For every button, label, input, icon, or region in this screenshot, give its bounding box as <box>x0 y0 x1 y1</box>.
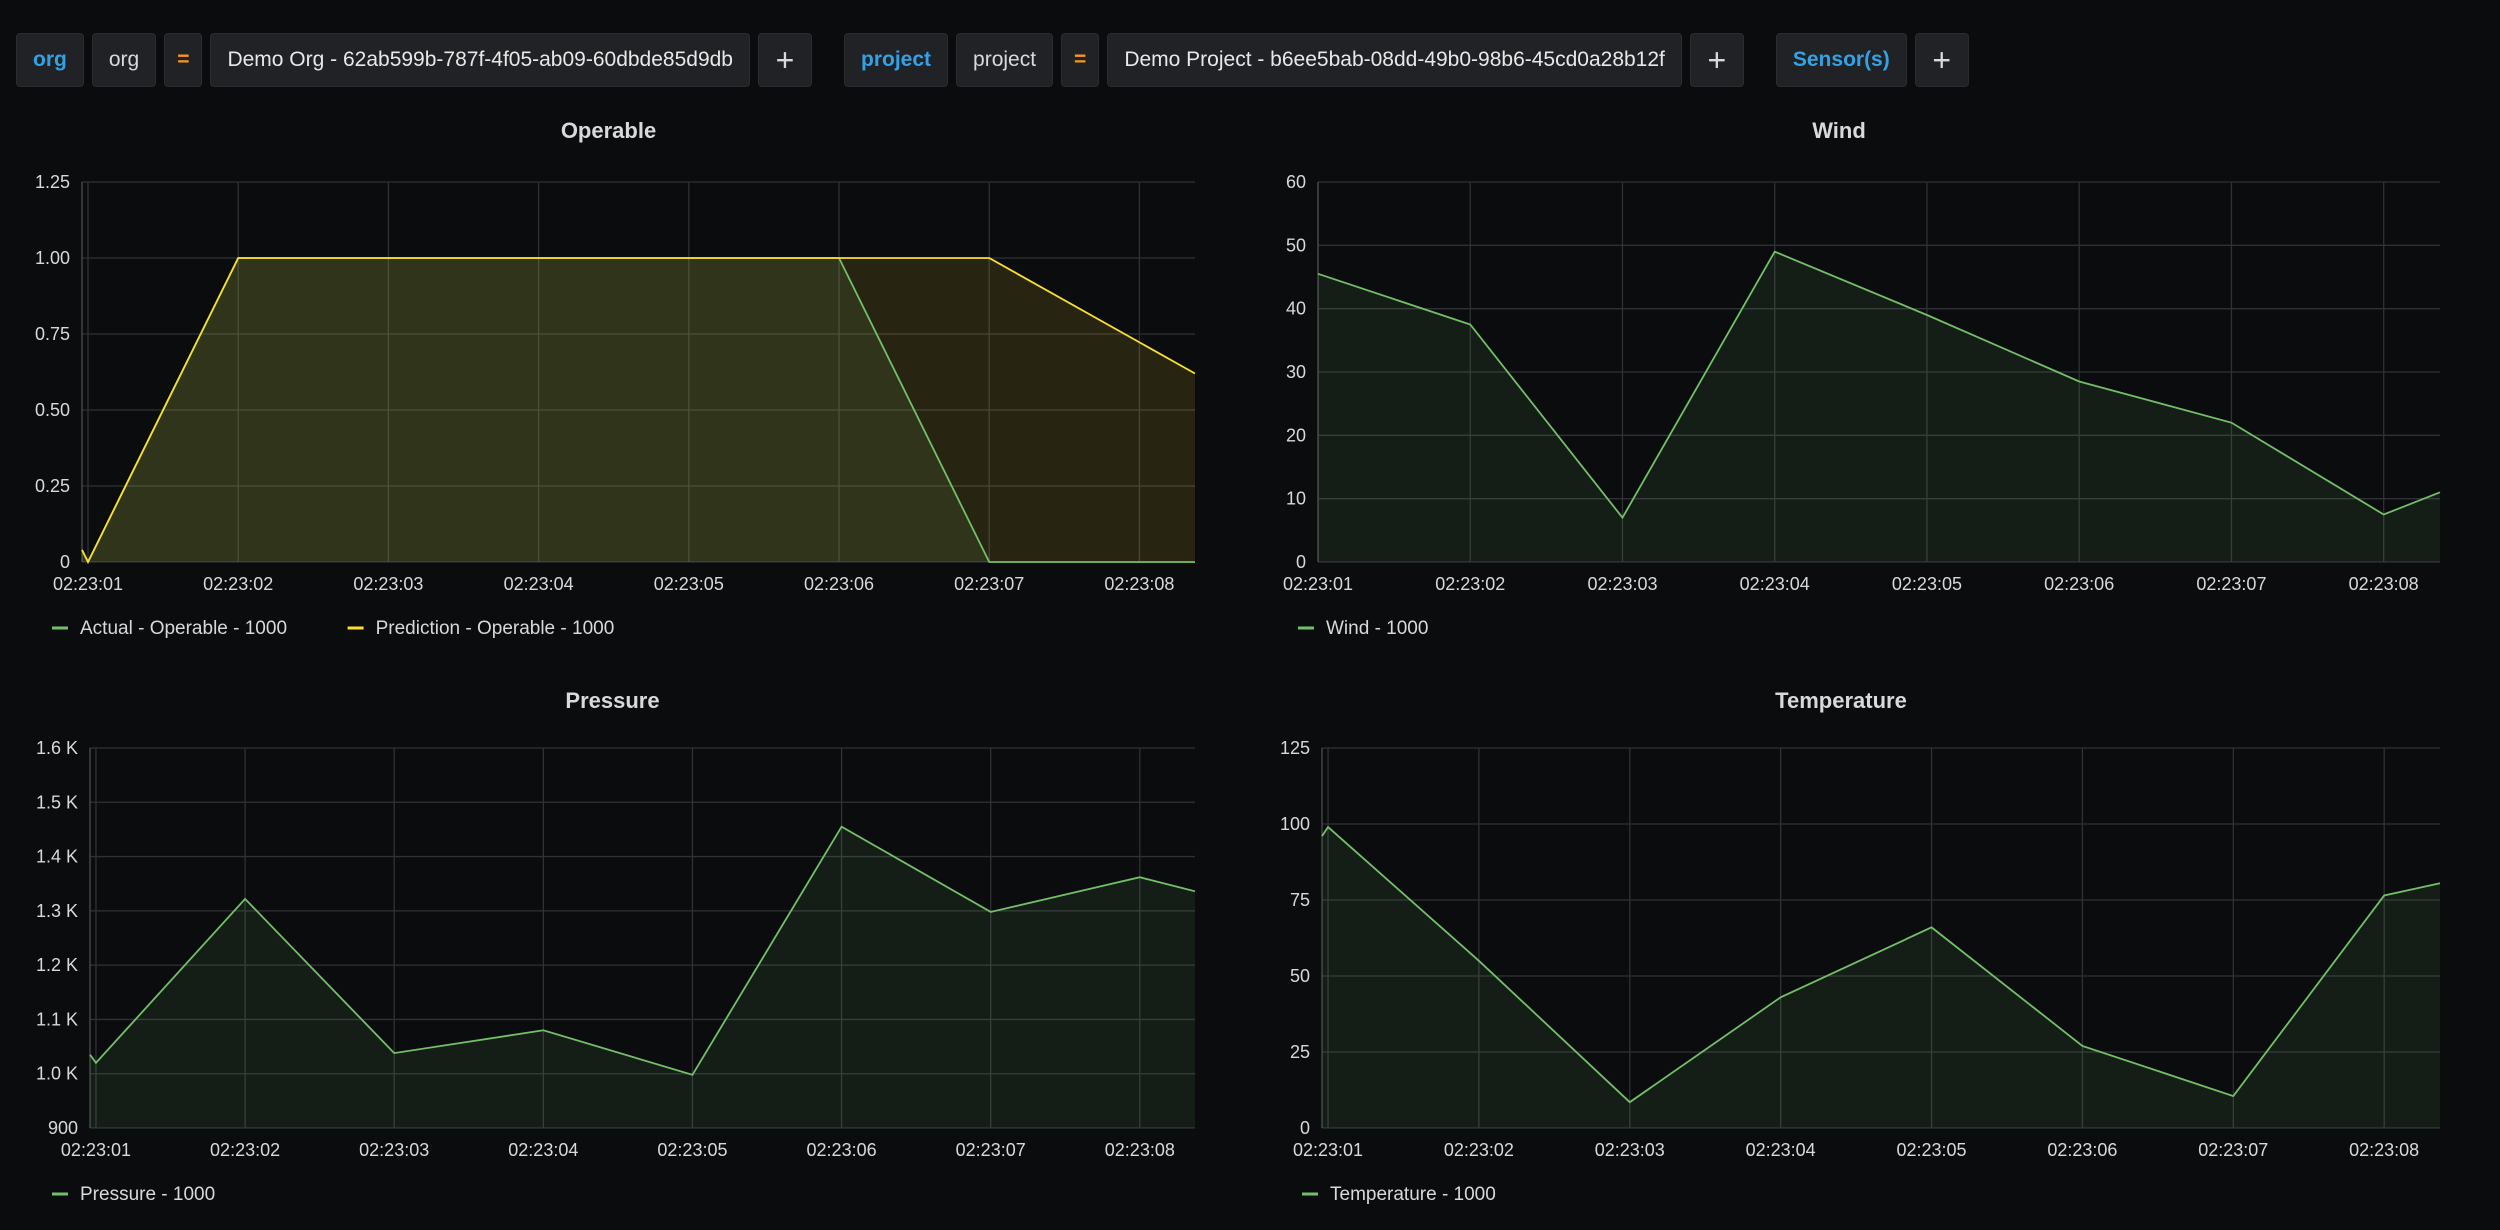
pressure-y-tick: 1.6 K <box>36 738 78 758</box>
pressure-x-tick: 02:23:03 <box>359 1140 429 1160</box>
wind-x-tick: 02:23:01 <box>1283 574 1353 594</box>
temperature-y-tick: 50 <box>1290 966 1310 986</box>
org-add-filter-button[interactable]: + <box>758 33 812 87</box>
wind-y-tick: 30 <box>1286 362 1306 382</box>
wind-x-tick: 02:23:02 <box>1435 574 1505 594</box>
wind-x-tick: 02:23:05 <box>1892 574 1962 594</box>
pressure-x-tick: 02:23:06 <box>807 1140 877 1160</box>
operable-title: Operable <box>561 118 656 143</box>
temperature-x-tick: 02:23:08 <box>2349 1140 2419 1160</box>
operable-y-tick: 1.00 <box>35 248 70 268</box>
wind-title: Wind <box>1812 118 1866 143</box>
temperature-x-tick: 02:23:05 <box>1897 1140 1967 1160</box>
wind-y-tick: 40 <box>1286 299 1306 319</box>
temperature-x-tick: 02:23:07 <box>2198 1140 2268 1160</box>
pressure-x-tick: 02:23:08 <box>1105 1140 1175 1160</box>
project-filter-key[interactable]: project <box>844 33 949 87</box>
org-filter-key[interactable]: org <box>16 33 84 87</box>
wind-panel: Wind 0 10 20 30 40 50 60 02:23:01 02:23:02 02:23:0… <box>1283 118 2441 639</box>
operable-y-tick: 0.75 <box>35 324 70 344</box>
pressure-x-tick: 02:23:07 <box>956 1140 1026 1160</box>
wind-x-tick: 02:23:03 <box>1587 574 1657 594</box>
operable-x-tick: 02:23:08 <box>1104 574 1174 594</box>
temperature-y-tick: 0 <box>1300 1118 1310 1138</box>
project-filter-value[interactable]: Demo Project - b6ee5bab-08dd-49b0-98b6-4… <box>1107 33 1682 87</box>
operable-x-tick: 02:23:03 <box>353 574 423 594</box>
wind-x-tick: 02:23:07 <box>2196 574 2266 594</box>
operable-y-tick: 0.25 <box>35 476 70 496</box>
pressure-x-tick: 02:23:01 <box>61 1140 131 1160</box>
pressure-legend-item[interactable]: Pressure - 1000 <box>80 1184 215 1205</box>
pressure-y-tick: 1.5 K <box>36 792 78 812</box>
temperature-y-tick: 125 <box>1280 738 1310 758</box>
wind-y-tick: 50 <box>1286 235 1306 255</box>
temperature-legend-item[interactable]: Temperature - 1000 <box>1330 1184 1496 1205</box>
org-filter-field[interactable]: org <box>91 33 157 87</box>
operable-panel: Operable 0 0.25 0.50 0.75 1.00 1.25 02:23:01 02:… <box>35 118 1196 639</box>
org-filter-value[interactable]: Demo Org - 62ab599b-787f-4f05-ab09-60dbd… <box>210 33 750 87</box>
wind-x-tick: 02:23:04 <box>1740 574 1810 594</box>
operable-x-tick: 02:23:01 <box>53 574 123 594</box>
wind-y-tick: 10 <box>1286 489 1306 509</box>
org-filter-operator[interactable]: = <box>164 33 203 87</box>
temperature-y-tick: 75 <box>1290 890 1310 910</box>
sensor-add-filter-button[interactable]: + <box>1914 33 1969 87</box>
temperature-series-0-area <box>1322 827 2440 1128</box>
operable-x-tick: 02:23:02 <box>203 574 273 594</box>
operable-x-tick: 02:23:05 <box>654 574 724 594</box>
pressure-y-tick: 1.1 K <box>36 1009 78 1029</box>
pressure-x-tick: 02:23:04 <box>508 1140 578 1160</box>
wind-y-tick: 0 <box>1296 552 1306 572</box>
pressure-x-tick: 02:23:02 <box>210 1140 280 1160</box>
sensor-filter-key[interactable]: Sensor(s) <box>1775 33 1907 87</box>
pressure-x-tick: 02:23:05 <box>657 1140 727 1160</box>
wind-series-0-area <box>1318 251 2440 562</box>
pressure-series-0-area <box>90 826 1195 1128</box>
operable-y-tick: 0 <box>60 552 70 572</box>
operable-y-tick: 0.50 <box>35 400 70 420</box>
temperature-x-tick: 02:23:01 <box>1293 1140 1363 1160</box>
temperature-panel: Temperature 0 25 50 75 100 125 02:23:01 02:23:02… <box>1280 688 2441 1205</box>
pressure-y-tick: 1.2 K <box>36 955 78 975</box>
wind-y-tick: 60 <box>1286 172 1306 192</box>
project-filter-field[interactable]: project <box>956 33 1054 87</box>
filter-toolbar: org org = Demo Org - 62ab599b-787f-4f05-… <box>16 32 1977 88</box>
project-filter-operator[interactable]: = <box>1061 33 1100 87</box>
operable-x-tick: 02:23:06 <box>804 574 874 594</box>
wind-legend-item[interactable]: Wind - 1000 <box>1326 618 1428 639</box>
wind-x-tick: 02:23:08 <box>2349 574 2419 594</box>
pressure-y-tick: 1.0 K <box>36 1064 78 1084</box>
temperature-x-tick: 02:23:06 <box>2047 1140 2117 1160</box>
project-add-filter-button[interactable]: + <box>1689 33 1744 87</box>
temperature-x-tick: 02:23:03 <box>1595 1140 1665 1160</box>
pressure-panel: Pressure 900 1.0 K 1.1 K 1.2 K 1.3 K 1.4 K 1.5 … <box>36 688 1196 1205</box>
operable-legend-item[interactable]: Actual - Operable - 1000 <box>80 618 287 639</box>
pressure-title: Pressure <box>565 688 659 713</box>
pressure-y-tick: 1.4 K <box>36 847 78 867</box>
wind-y-tick: 20 <box>1286 425 1306 445</box>
temperature-y-tick: 25 <box>1290 1042 1310 1062</box>
operable-y-tick: 1.25 <box>35 172 70 192</box>
temperature-x-tick: 02:23:04 <box>1746 1140 1816 1160</box>
temperature-y-tick: 100 <box>1280 814 1310 834</box>
pressure-y-tick: 1.3 K <box>36 901 78 921</box>
wind-x-tick: 02:23:06 <box>2044 574 2114 594</box>
temperature-title: Temperature <box>1775 688 1907 713</box>
operable-legend-item[interactable]: Prediction - Operable - 1000 <box>376 618 615 639</box>
pressure-y-tick: 900 <box>48 1118 78 1138</box>
temperature-x-tick: 02:23:02 <box>1444 1140 1514 1160</box>
operable-x-tick: 02:23:04 <box>504 574 574 594</box>
operable-x-tick: 02:23:07 <box>954 574 1024 594</box>
